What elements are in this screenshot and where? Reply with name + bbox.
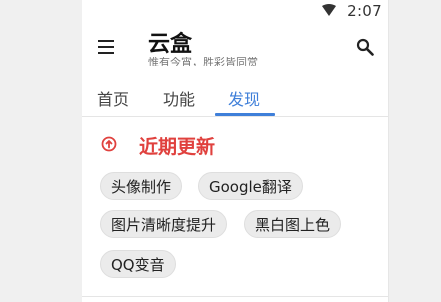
search-icon[interactable] (356, 38, 374, 56)
app-title: 云盒 (148, 32, 193, 57)
tab-indicator (215, 113, 275, 116)
tab-bar: 首页 功能 发现 (82, 78, 388, 117)
divider (82, 296, 388, 297)
app-bar: 云盒 惟有今宵，胜彩皆同赏 (82, 24, 388, 74)
menu-icon[interactable] (98, 40, 114, 54)
status-bar: 2:07 (82, 0, 388, 24)
recent-updates-header: 近期更新 (82, 130, 388, 160)
update-icon (101, 136, 117, 152)
chip-qq-voice-changer[interactable]: QQ变音 (100, 250, 176, 278)
chip-colorize[interactable]: 黑白图上色 (244, 210, 342, 238)
chip-image-enhance[interactable]: 图片清晰度提升 (100, 210, 228, 238)
app-screen: 2:07 云盒 惟有今宵，胜彩皆同赏 首页 功能 发现 近期更新 头像制作 Go… (82, 0, 389, 302)
tab-functions[interactable]: 功能 (163, 86, 195, 110)
app-subtitle: 惟有今宵，胜彩皆同赏 (148, 57, 258, 69)
tab-home[interactable]: 首页 (97, 86, 129, 110)
tab-discover[interactable]: 发现 (228, 86, 260, 110)
chip-avatar-maker[interactable]: 头像制作 (100, 172, 183, 200)
section-title: 近期更新 (139, 136, 216, 158)
chip-google-translate[interactable]: Google翻译 (198, 172, 303, 200)
status-time: 2:07 (347, 2, 382, 20)
wifi-icon (322, 4, 336, 16)
